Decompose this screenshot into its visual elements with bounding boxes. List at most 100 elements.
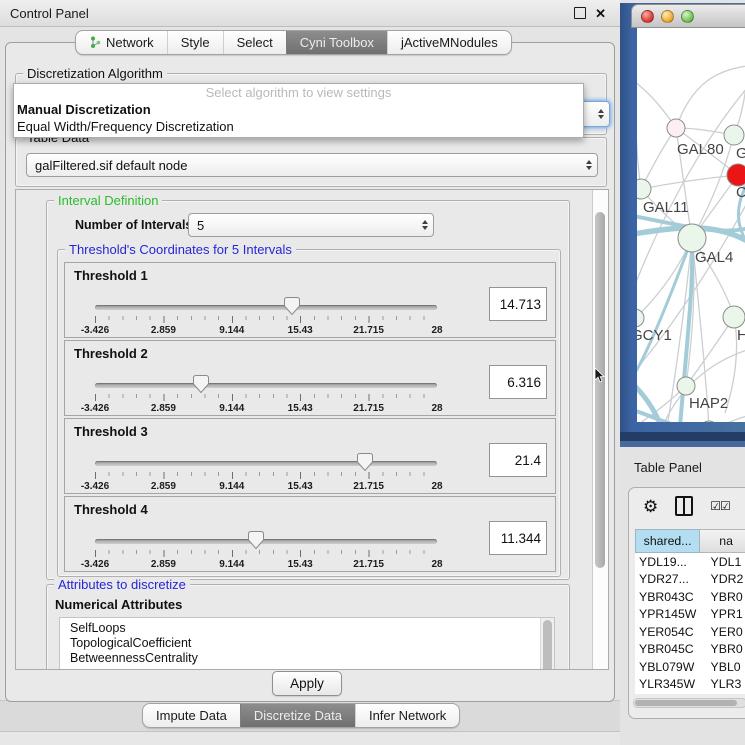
- node-h-label: HA: [737, 327, 745, 344]
- combo-stepper-icon: [422, 220, 428, 230]
- list-item[interactable]: SelfLoops: [60, 618, 554, 636]
- tab-select[interactable]: Select: [223, 31, 286, 54]
- threshold-3-panel: Threshold 3 -3.426 2.859 9.: [64, 418, 556, 494]
- apply-button[interactable]: Apply: [272, 671, 342, 696]
- table-panel-title: Table Panel: [634, 460, 702, 475]
- attributes-group-title: Attributes to discretize: [54, 577, 190, 592]
- threshold-3-value-field[interactable]: 21.4: [489, 443, 547, 477]
- slider-track[interactable]: [95, 305, 437, 310]
- slider-ticks: [95, 394, 437, 401]
- settings-vertical-scrollbar[interactable]: [592, 190, 608, 669]
- settings-scrollpane: Interval Definition Number of Intervals …: [15, 189, 609, 670]
- threshold-3-slider[interactable]: -3.426 2.859 9.144 15.43 21.715 28: [95, 457, 437, 493]
- slider-track[interactable]: [95, 461, 437, 466]
- table-row[interactable]: YLR345WYLR3: [635, 676, 745, 694]
- threshold-coordinates-group-title: Threshold's Coordinates for 5 Intervals: [65, 242, 296, 257]
- slider-ticks: [95, 550, 437, 557]
- dropdown-placeholder-option[interactable]: Select algorithm to view settings: [14, 84, 583, 101]
- table-panel: ⚙ ☑☑ shared... na YDL19...YDL1 YDR27...Y…: [628, 487, 745, 719]
- attributes-list-scrollbar[interactable]: [540, 618, 554, 670]
- zoom-traffic-light-icon[interactable]: [681, 10, 694, 23]
- network-window-titlebar[interactable]: [631, 4, 745, 28]
- table-panel-toolbar: ⚙ ☑☑: [643, 496, 730, 516]
- slider-thumb[interactable]: [284, 297, 301, 316]
- list-item[interactable]: TopologicalCoefficient: [60, 636, 554, 651]
- threshold-2-slider[interactable]: -3.426 2.859 9.144 15.43 21.715 28: [95, 379, 437, 415]
- number-of-intervals-combobox[interactable]: 5: [188, 213, 434, 237]
- node-gal4[interactable]: [678, 224, 706, 252]
- table-horizontal-scrollbar[interactable]: [633, 698, 745, 708]
- list-item[interactable]: BetweennessCentrality: [60, 651, 554, 666]
- threshold-1-label: Threshold 1: [74, 268, 148, 283]
- threshold-1-value-field[interactable]: 14.713: [489, 287, 547, 321]
- slider-tick-labels: -3.426 2.859 9.144 15.43 21.715 28: [95, 559, 437, 571]
- dropdown-option-manual-discretization[interactable]: Manual Discretization: [14, 101, 583, 118]
- bottom-lower-strip: [0, 731, 620, 745]
- slider-thumb[interactable]: [357, 453, 374, 472]
- slider-track[interactable]: [95, 383, 437, 388]
- threshold-4-slider[interactable]: -3.426 2.859 9.144 15.43 21.715 28: [95, 535, 437, 571]
- interval-definition-group: Interval Definition Number of Intervals …: [46, 200, 570, 580]
- tab-style[interactable]: Style: [167, 31, 223, 54]
- node-table: shared... na YDL19...YDL1 YDR27...YDR2 Y…: [635, 529, 745, 701]
- float-window-icon[interactable]: [574, 7, 586, 19]
- scrollbar-thumb[interactable]: [543, 620, 552, 670]
- tab-jactivemnodules[interactable]: jActiveMNodules: [387, 31, 511, 54]
- number-of-intervals-value: 5: [197, 218, 204, 233]
- node-hap2[interactable]: [677, 377, 695, 395]
- slider-thumb[interactable]: [248, 531, 265, 550]
- threshold-2-value-field[interactable]: 6.316: [489, 365, 547, 399]
- node-top-right[interactable]: [724, 125, 744, 145]
- table-row[interactable]: YER054CYER0: [635, 623, 745, 641]
- window-frame-bottom: [620, 441, 745, 447]
- slider-ticks: [95, 316, 437, 323]
- screen: Control Panel ✕ Network Style Selec: [0, 0, 745, 745]
- close-traffic-light-icon[interactable]: [641, 10, 654, 23]
- select-columns-icon[interactable]: ☑☑: [710, 499, 730, 513]
- tab-network[interactable]: Network: [76, 31, 167, 54]
- scrollbar-thumb[interactable]: [595, 212, 605, 568]
- node-gal11-label: GAL11: [643, 199, 689, 216]
- scrollbar-thumb[interactable]: [635, 700, 737, 706]
- create-column-icon[interactable]: [675, 496, 693, 516]
- dropdown-option-equal-width[interactable]: Equal Width/Frequency Discretization: [14, 118, 583, 135]
- interval-definition-group-title: Interval Definition: [54, 193, 162, 208]
- node-gal11[interactable]: [637, 179, 651, 199]
- minimize-traffic-light-icon[interactable]: [661, 10, 674, 23]
- threshold-2-panel: Threshold 2 -3.426 2.859 9.: [64, 340, 556, 416]
- table-row[interactable]: YIL053CYIL0: [635, 693, 745, 694]
- threshold-1-slider[interactable]: -3.426 2.859 9.144 15.43 21.715 28: [95, 301, 437, 337]
- slider-ticks: [95, 472, 437, 479]
- table-row[interactable]: YDR27...YDR2: [635, 571, 745, 589]
- table-row[interactable]: YBR045CYBR0: [635, 641, 745, 659]
- table-row[interactable]: YBL079WYBL0: [635, 658, 745, 676]
- tab-cyni-toolbox[interactable]: Cyni Toolbox: [286, 31, 387, 54]
- node-red[interactable]: [727, 164, 745, 186]
- slider-track[interactable]: [95, 539, 437, 544]
- slider-tick-labels: -3.426 2.859 9.144 15.43 21.715 28: [95, 481, 437, 493]
- network-canvas[interactable]: GAL80GACGAL11GAL4GCY1HAHAP2: [637, 28, 745, 422]
- node-h[interactable]: [723, 306, 745, 328]
- close-icon[interactable]: ✕: [595, 7, 606, 20]
- threshold-coordinates-group: Threshold's Coordinates for 5 Intervals …: [57, 249, 561, 577]
- tab-discretize-data[interactable]: Discretize Data: [240, 704, 355, 727]
- threshold-4-value-field[interactable]: 11.344: [489, 521, 547, 555]
- table-row[interactable]: YPR145WYPR1: [635, 606, 745, 624]
- control-panel-titlebar: Control Panel ✕: [0, 0, 620, 27]
- tab-impute-data[interactable]: Impute Data: [143, 704, 240, 727]
- table-row[interactable]: YDL19...YDL1: [635, 553, 745, 571]
- tab-infer-network[interactable]: Infer Network: [355, 704, 459, 727]
- table-data-combobox[interactable]: galFiltered.sif default node: [26, 153, 598, 177]
- node-gal80[interactable]: [667, 119, 685, 137]
- network-canvas-svg: GAL80GACGAL11GAL4GCY1HAHAP2: [637, 28, 745, 422]
- column-header-shared-name[interactable]: shared...: [635, 529, 700, 553]
- node-gcy1[interactable]: [637, 309, 644, 327]
- threshold-1-panel: Threshold 1 -3.426 2.859 9.: [64, 262, 556, 338]
- gear-icon[interactable]: ⚙: [643, 498, 658, 515]
- table-row[interactable]: YBR043CYBR0: [635, 588, 745, 606]
- numerical-attributes-list: SelfLoops TopologicalCoefficient Between…: [59, 617, 555, 670]
- column-header-name[interactable]: na: [700, 529, 745, 553]
- node-bottom[interactable]: [700, 421, 718, 422]
- slider-thumb[interactable]: [193, 375, 210, 394]
- bottom-tabstrip: Impute Data Discretize Data Infer Networ…: [142, 703, 460, 728]
